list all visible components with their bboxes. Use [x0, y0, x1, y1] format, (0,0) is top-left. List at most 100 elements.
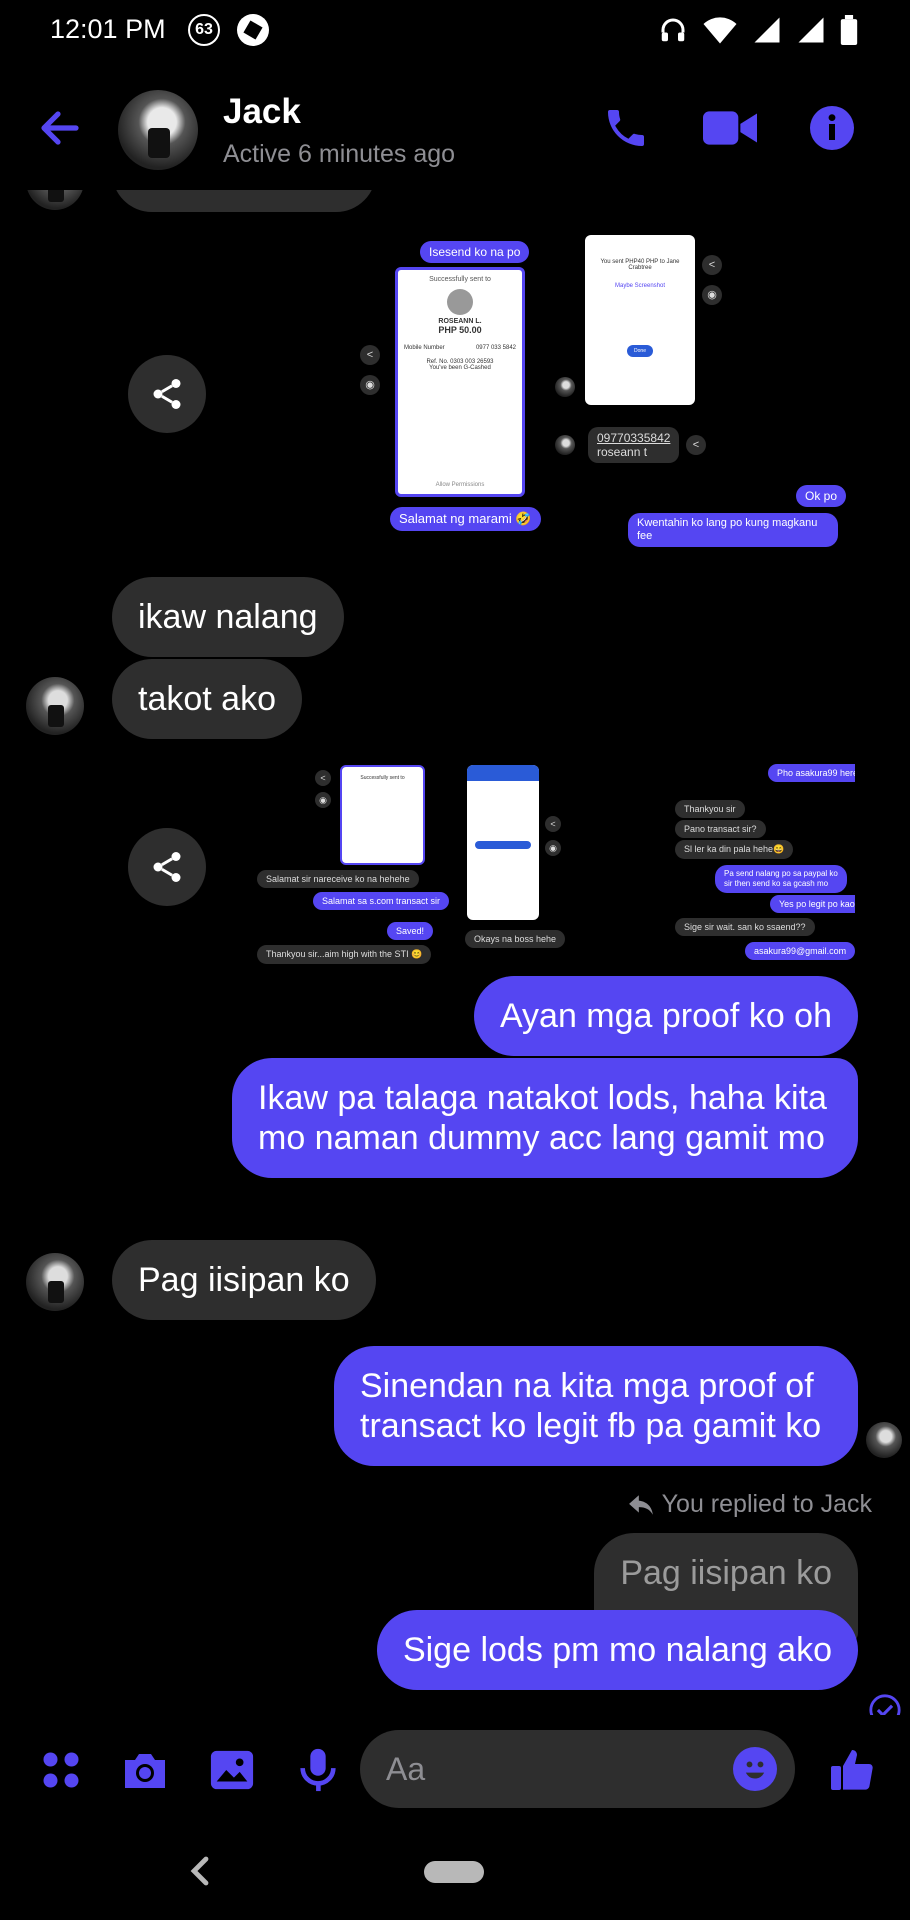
message-outgoing[interactable]: Ayan mga proof ko oh — [473, 976, 858, 1056]
share-icon — [153, 379, 181, 409]
receipt-mobile-value: 0977 033 5842 — [475, 345, 516, 351]
apps-icon — [43, 1752, 79, 1788]
screenshot-attachment-2[interactable]: Successfully sent to < ◉ < ◉ Salamat sir… — [235, 760, 855, 965]
att2-bubble-4: Thankyou sir...aim high with the STI 😊 — [257, 945, 432, 964]
back-arrow-icon — [41, 111, 79, 145]
wifi-icon — [703, 17, 737, 44]
aperture-icon — [237, 14, 269, 46]
video-icon — [703, 111, 757, 145]
message-input-container — [360, 1730, 795, 1808]
att2-bubble-10: Pa send nalang po sa paypal ko sir then … — [715, 865, 847, 893]
seen-avatar — [866, 1422, 902, 1458]
att2-bubble-6: Pho asakura99 here — [768, 764, 855, 782]
att2-bubble-9: Sl ler ka din pala hehe😄 — [675, 840, 794, 859]
att2-share-icon-2: < — [545, 816, 561, 832]
att2-bubble-12: Sige sir wait. san ko ssaend?? — [675, 918, 815, 936]
att2-phone-screenshot-2 — [467, 765, 539, 920]
system-nav-bar — [0, 1825, 910, 1920]
att1-bubble-isesend: Isesend ko na po — [420, 241, 530, 263]
share-icon — [153, 852, 181, 882]
contact-avatar-small — [26, 677, 84, 735]
info-icon — [810, 106, 854, 150]
like-button[interactable] — [828, 1745, 878, 1795]
replied-indicator: You replied to Jack — [628, 1490, 872, 1519]
att2-bubble-11: Yes po legit po kao — [770, 895, 855, 913]
att2-bubble-7: Thankyou sir — [675, 800, 745, 818]
mic-icon — [300, 1748, 336, 1792]
message-thread[interactable]: Isesend ko na po Successfully sent to RO… — [0, 190, 910, 1715]
status-bar: 12:01 PM 63 — [0, 0, 910, 62]
contact-avatar-small — [26, 1253, 84, 1311]
att2-bubble-2: Salamat sa s.com transact sir — [313, 892, 450, 910]
signal-icon-2 — [798, 17, 824, 43]
emoji-icon — [745, 1761, 765, 1779]
att2-bubble-5: Okays na boss hehe — [465, 930, 566, 948]
voice-message-button[interactable] — [293, 1745, 343, 1795]
notification-count-badge: 63 — [188, 14, 220, 46]
apps-button[interactable] — [36, 1745, 86, 1795]
att2-bubble-13: asakura99@gmail.com — [745, 942, 855, 960]
message-outgoing[interactable]: Sige lods pm mo nalang ako — [376, 1610, 858, 1690]
video-call-button[interactable] — [702, 100, 758, 156]
number-line1: 09770335842 — [597, 431, 671, 445]
nav-home-pill[interactable] — [424, 1861, 484, 1883]
screenshot-attachment-1[interactable]: Isesend ko na po Successfully sent to RO… — [270, 235, 860, 553]
att1-share-icon: < — [360, 345, 380, 365]
phone2-text: You sent PHP40 PHP to Jane Crabtree — [600, 259, 680, 271]
att1-avatar — [555, 377, 575, 397]
message-incoming[interactable]: ikaw nalang — [112, 577, 344, 657]
message-incoming[interactable]: Pag iisipan ko — [112, 1240, 376, 1320]
att1-avatar-2 — [555, 435, 575, 455]
receipt-footer: Allow Permissions — [435, 482, 485, 488]
message-bubble-partial[interactable] — [112, 190, 376, 212]
voice-call-button[interactable] — [598, 100, 654, 156]
replied-label: You replied to Jack — [661, 1490, 872, 1518]
like-icon — [831, 1750, 873, 1790]
message-outgoing[interactable]: Ikaw pa talaga natakot lods, haha kita m… — [232, 1058, 858, 1178]
att1-camera-icon: ◉ — [360, 375, 380, 395]
headphones-icon — [661, 18, 685, 42]
status-time: 12:01 PM — [50, 14, 166, 44]
phone2-sub: Maybe Screenshot — [614, 283, 666, 289]
gallery-icon — [210, 1750, 254, 1790]
presence-status: Active 6 minutes ago — [223, 140, 456, 168]
att2-bubble-3: Saved! — [387, 922, 434, 940]
att1-bubble-thanks: Salamat ng marami 🤣 — [390, 507, 541, 531]
emoji-button[interactable] — [733, 1747, 777, 1791]
battery-icon — [840, 15, 858, 45]
seen-check-icon — [869, 1694, 901, 1715]
status-icons — [658, 14, 858, 46]
message-incoming[interactable]: takot ako — [112, 659, 302, 739]
receipt-note: You've been G-Cashed — [429, 365, 491, 371]
att2-camera-icon: ◉ — [315, 792, 331, 808]
conversation-header: Jack Active 6 minutes ago — [0, 62, 910, 197]
info-button[interactable] — [804, 100, 860, 156]
message-outgoing[interactable]: Sinendan na kita mga proof of transact k… — [334, 1346, 858, 1466]
contact-avatar[interactable] — [118, 90, 198, 170]
receipt-name: ROSEANN L. — [438, 318, 482, 325]
camera-icon — [125, 1754, 165, 1788]
receipt-ref: Ref. No. 0303 003 26593 — [426, 359, 494, 365]
gallery-button[interactable] — [207, 1745, 257, 1795]
att2-camera-icon-2: ◉ — [545, 840, 561, 856]
att2-receipt-title: Successfully sent to — [360, 775, 405, 781]
att1-share-icon-3: < — [686, 435, 706, 455]
share-attachment-button-2[interactable] — [128, 828, 206, 906]
att1-share-icon-2: < — [702, 255, 722, 275]
share-attachment-button[interactable] — [128, 355, 206, 433]
number-line2: roseann t — [597, 445, 648, 459]
reply-icon — [628, 1494, 653, 1515]
camera-button[interactable] — [120, 1745, 170, 1795]
gcash-confirm-screenshot: You sent PHP40 PHP to Jane Crabtree Mayb… — [585, 235, 695, 405]
contact-name[interactable]: Jack — [223, 92, 301, 132]
att1-bubble-kwenta: Kwentahin ko lang po kung magkanu fee — [628, 513, 838, 547]
receipt-mobile-label: Mobile Number — [404, 345, 445, 351]
gcash-receipt-screenshot: Successfully sent to ROSEANN L. PHP 50.0… — [395, 267, 525, 497]
att2-phone-screenshot-1: Successfully sent to — [340, 765, 425, 865]
contact-avatar-small — [26, 190, 84, 210]
message-input[interactable] — [386, 1730, 716, 1808]
att1-number-bubble: 09770335842 roseann t — [588, 427, 680, 463]
back-button[interactable] — [36, 104, 84, 152]
att1-camera-icon-2: ◉ — [702, 285, 722, 305]
nav-back-icon[interactable] — [185, 1853, 215, 1889]
